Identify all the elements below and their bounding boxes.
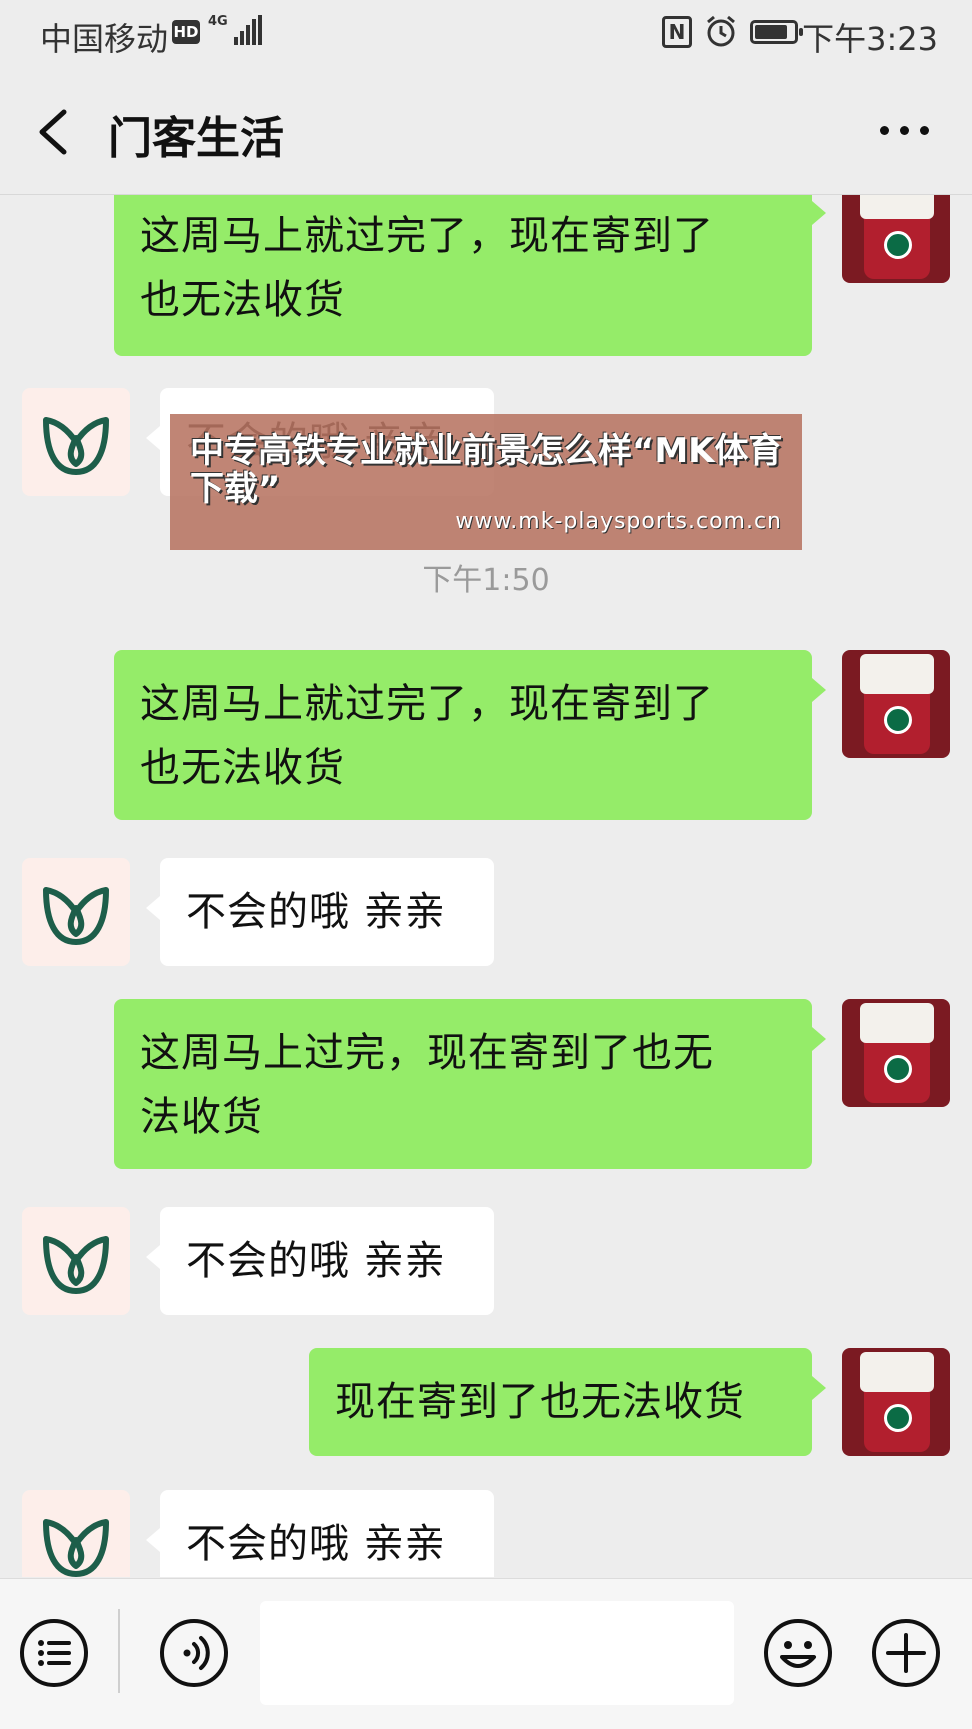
tulip-logo-icon <box>43 1519 109 1577</box>
message-bubble-received[interactable]: 不会的哦 亲亲 <box>146 1490 494 1577</box>
clock: 下午3:23 <box>802 20 938 58</box>
emoji-icon[interactable] <box>762 1617 834 1689</box>
hd-badge: HD <box>172 20 200 44</box>
my-avatar[interactable] <box>842 999 950 1107</box>
contact-avatar[interactable] <box>22 388 130 496</box>
message-input[interactable] <box>260 1601 734 1705</box>
voice-icon[interactable] <box>158 1617 230 1689</box>
message-bubble-received[interactable]: 不会的哦 亲亲 <box>146 858 494 966</box>
contact-avatar[interactable] <box>22 858 130 966</box>
chat-header: 门客生活 <box>0 66 972 195</box>
message-bubble-sent[interactable]: 这周马上过完，现在寄到了也无 法收货 <box>114 999 826 1169</box>
message-bubble-sent[interactable]: 现在寄到了也无法收货 <box>309 1348 826 1456</box>
message-list[interactable]: 这周马上就过完了，现在寄到了 也无法收货 不会的哦 亲亲 中专高铁专业就业前景怎… <box>0 195 972 1577</box>
contact-avatar[interactable] <box>22 1207 130 1315</box>
promo-banner[interactable]: 中专高铁专业就业前景怎么样“MK体育下载” www.mk-playsports.… <box>170 414 802 550</box>
my-avatar[interactable] <box>842 650 950 758</box>
toolbar-divider <box>118 1609 120 1693</box>
tulip-logo-icon <box>43 417 109 475</box>
carrier-name: 中国移动 <box>40 20 169 58</box>
menu-icon[interactable] <box>18 1617 90 1689</box>
tulip-logo-icon <box>43 887 109 945</box>
signal-icon <box>234 15 262 45</box>
back-icon[interactable] <box>30 104 80 160</box>
network-type: 4G <box>208 14 228 29</box>
my-avatar[interactable] <box>842 1348 950 1456</box>
promo-url: www.mk-playsports.com.cn <box>455 509 782 534</box>
message-bubble-sent[interactable]: 这周马上就过完了，现在寄到了 也无法收货 <box>114 195 826 356</box>
chat-title: 门客生活 <box>108 113 284 164</box>
status-bar: 中国移动 HD 4G N 下午3:23 <box>0 0 972 66</box>
my-avatar[interactable] <box>842 195 950 283</box>
nfc-icon: N <box>662 16 692 48</box>
message-bubble-received[interactable]: 不会的哦 亲亲 <box>146 1207 494 1315</box>
message-bubble-sent[interactable]: 这周马上就过完了，现在寄到了 也无法收货 <box>114 650 826 820</box>
contact-avatar[interactable] <box>22 1490 130 1577</box>
promo-headline: 中专高铁专业就业前景怎么样“MK体育下载” <box>190 431 783 509</box>
battery-icon <box>750 20 803 44</box>
add-icon[interactable] <box>870 1617 942 1689</box>
tulip-logo-icon <box>43 1236 109 1294</box>
input-toolbar <box>0 1578 972 1729</box>
more-icon[interactable] <box>876 114 932 144</box>
timestamp: 下午1:50 <box>422 563 550 598</box>
alarm-icon <box>707 15 735 47</box>
